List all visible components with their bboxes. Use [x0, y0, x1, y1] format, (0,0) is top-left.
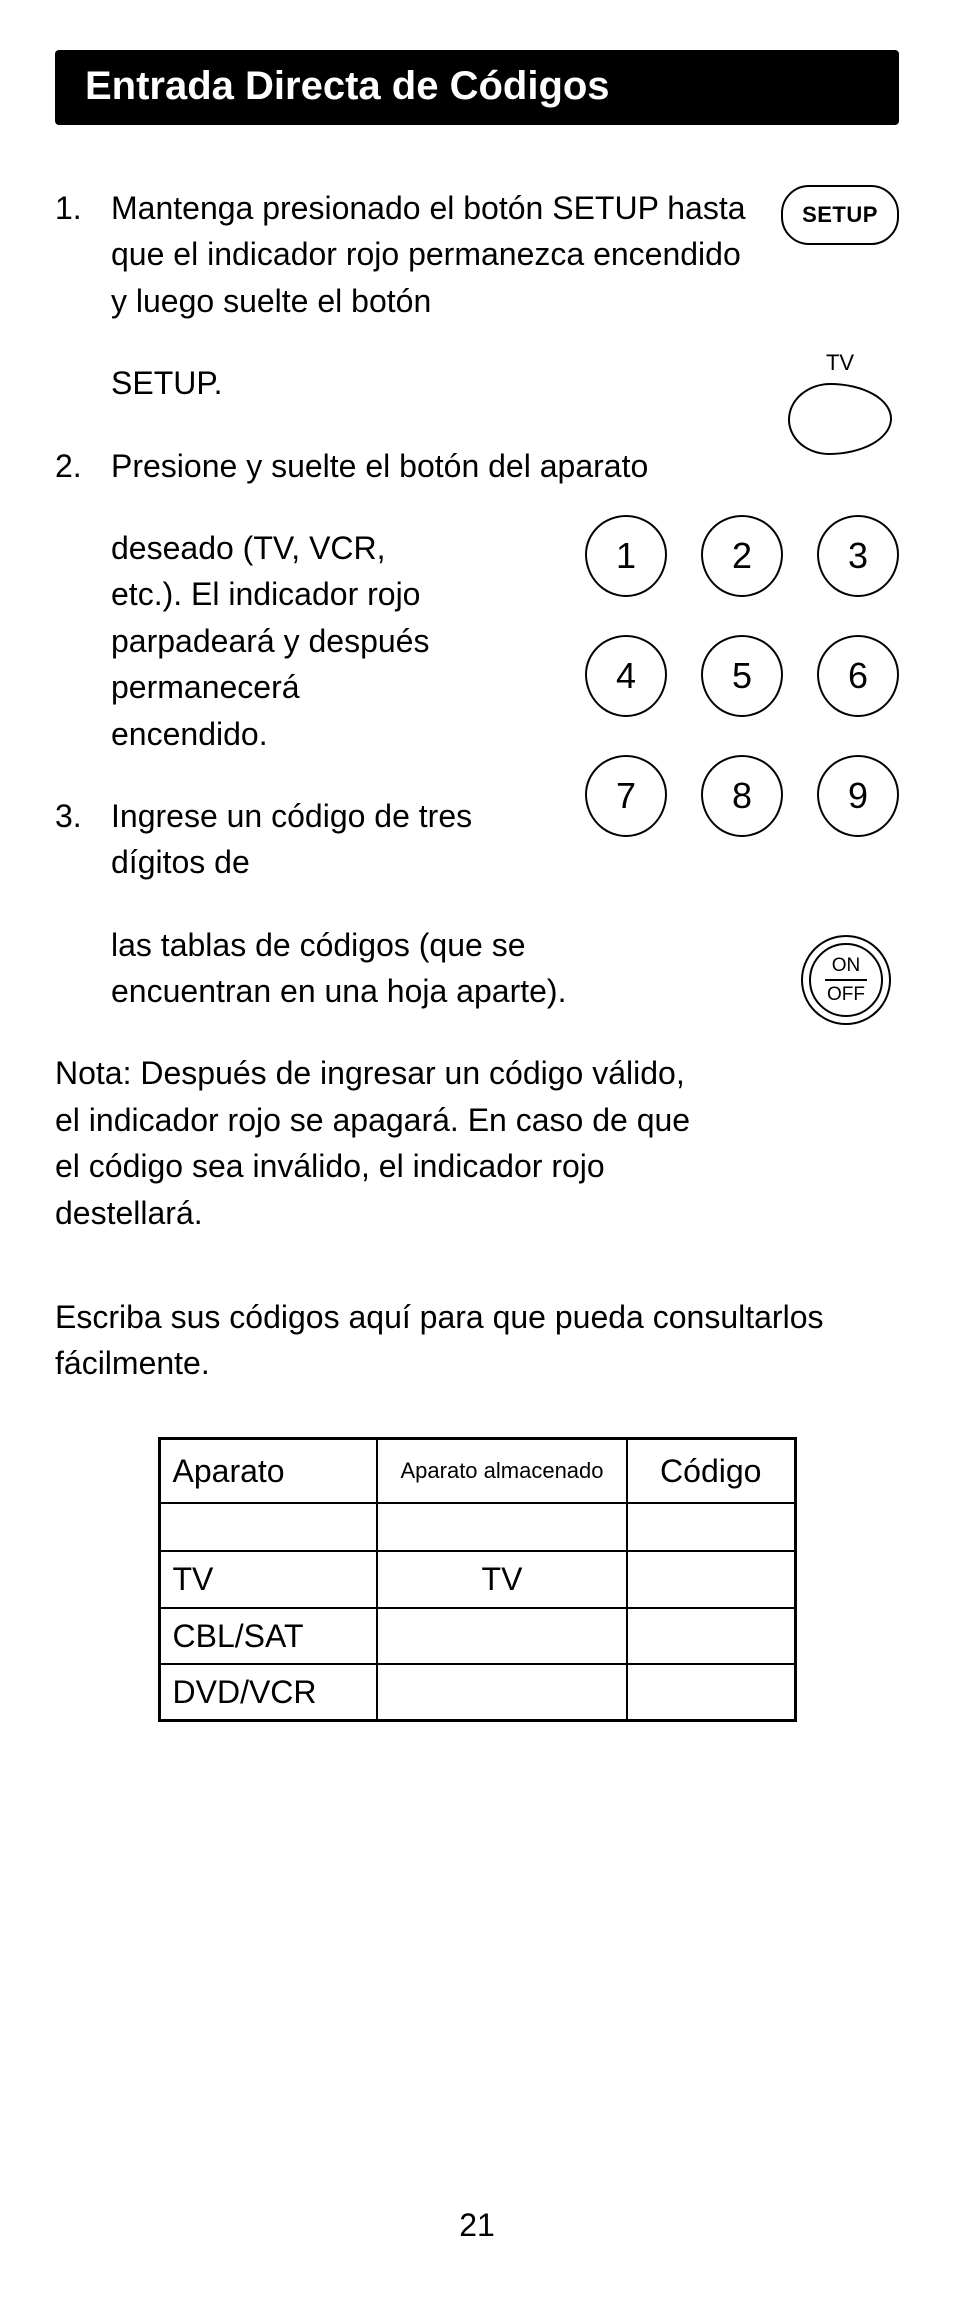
cell-aparato [159, 1503, 377, 1551]
step-3-text-a: Ingrese un código de tres dígitos de [111, 793, 491, 886]
note-text: Nota: Después de ingresar un código váli… [55, 1050, 695, 1236]
setup-button-illustration: SETUP [781, 185, 899, 245]
step-2: 2. Presione y suelte el botón del aparat… [55, 443, 899, 489]
cell-codigo[interactable] [627, 1551, 795, 1607]
off-label: OFF [827, 985, 865, 1004]
table-header-aparato-almacenado: Aparato almacenado [377, 1438, 627, 1503]
key-3: 3 [817, 515, 899, 597]
cell-almacenado: TV [377, 1551, 627, 1607]
step-1-continued: SETUP. [55, 360, 899, 406]
step-1: 1. Mantenga presionado el botón SETUP ha… [55, 185, 899, 324]
section-title: Entrada Directa de Códigos [55, 50, 899, 125]
cell-almacenado [377, 1664, 627, 1721]
table-row: TV TV [159, 1551, 795, 1607]
cell-almacenado [377, 1503, 627, 1551]
step-2-text-a: Presione y suelte el botón del aparato [111, 443, 751, 489]
table-row: CBL/SAT [159, 1608, 795, 1664]
tv-shape-icon [787, 383, 892, 455]
setup-icon: SETUP [781, 185, 899, 245]
key-9: 9 [817, 755, 899, 837]
step-2-continued: deseado (TV, VCR, etc.). El indicador ro… [55, 525, 435, 757]
tv-button-illustration: TV [781, 347, 899, 455]
cell-aparato: TV [159, 1551, 377, 1607]
step-2-number: 2. [55, 443, 111, 489]
cell-almacenado [377, 1608, 627, 1664]
table-header-codigo: Código [627, 1438, 795, 1503]
step-3-continued: las tablas de códigos (que se encuentran… [55, 922, 615, 1015]
codes-table: Aparato Aparato almacenado Código TV TV [158, 1437, 797, 1723]
number-keypad-illustration: 1 2 3 4 5 6 7 8 9 [585, 515, 899, 837]
cell-codigo[interactable] [627, 1503, 795, 1551]
on-off-button-illustration: ON OFF [801, 935, 891, 1025]
step-1-text-a: Mantenga presionado el botón SETUP hasta… [111, 185, 751, 324]
cell-codigo[interactable] [627, 1608, 795, 1664]
key-5: 5 [701, 635, 783, 717]
key-4: 4 [585, 635, 667, 717]
cell-aparato: CBL/SAT [159, 1608, 377, 1664]
table-row: DVD/VCR [159, 1664, 795, 1721]
cell-aparato: DVD/VCR [159, 1664, 377, 1721]
tv-label: TV [781, 347, 899, 379]
cell-codigo[interactable] [627, 1664, 795, 1721]
divider-icon [825, 979, 867, 981]
step-1-number: 1. [55, 185, 111, 231]
content-area: SETUP TV 1 2 3 4 5 6 7 8 9 ON OFF [55, 185, 899, 2249]
table-row [159, 1503, 795, 1551]
page-number: 21 [55, 2202, 899, 2248]
key-8: 8 [701, 755, 783, 837]
on-label: ON [832, 956, 861, 975]
table-header-aparato: Aparato [159, 1438, 377, 1503]
key-7: 7 [585, 755, 667, 837]
key-6: 6 [817, 635, 899, 717]
key-1: 1 [585, 515, 667, 597]
manual-page: Entrada Directa de Códigos SETUP TV 1 2 … [0, 0, 954, 2309]
write-codes-instruction: Escriba sus códigos aquí para que pueda … [55, 1294, 899, 1387]
key-2: 2 [701, 515, 783, 597]
step-3-number: 3. [55, 793, 111, 839]
